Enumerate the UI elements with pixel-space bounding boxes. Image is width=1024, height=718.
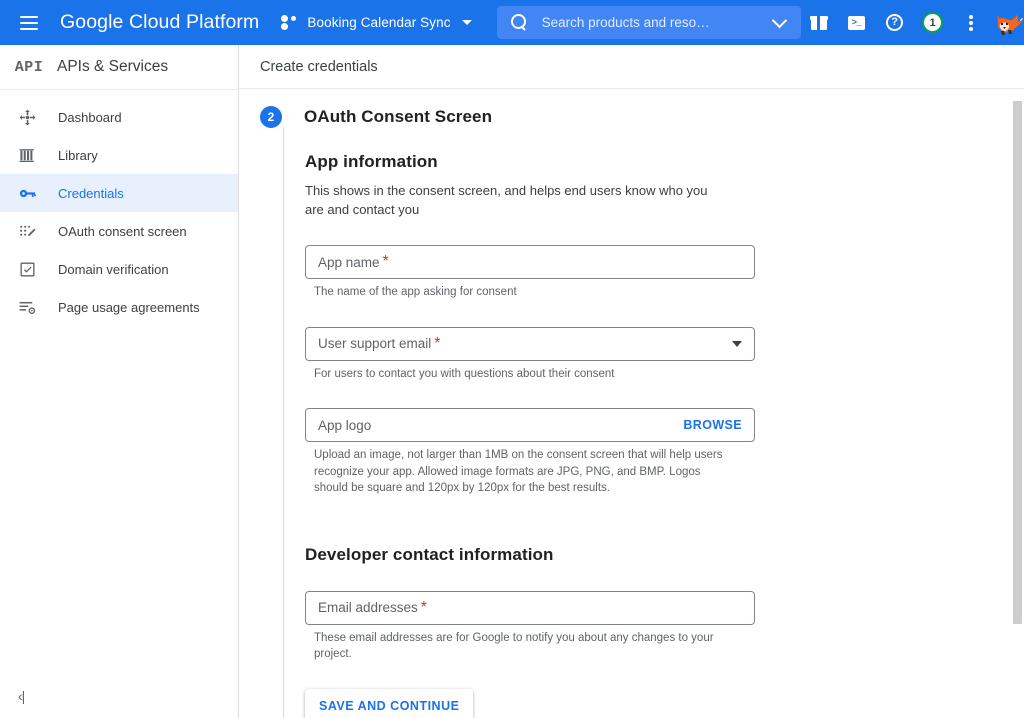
more-options-icon: [969, 15, 973, 31]
sidebar-title: APIs & Services: [57, 58, 168, 76]
consent-screen-icon: [16, 221, 40, 241]
project-selector[interactable]: Booking Calendar Sync: [281, 15, 471, 30]
collapse-sidebar-button[interactable]: ‹|: [0, 673, 238, 718]
app-logo-label: App logo: [318, 418, 371, 433]
email-addresses-field-group: Email addresses * These email addresses …: [305, 591, 755, 663]
email-addresses-label: Email addresses: [318, 600, 418, 615]
caret-down-icon: [462, 20, 472, 25]
app-name-field-group: App name * The name of the app asking fo…: [305, 245, 755, 301]
brand-title[interactable]: Google Cloud Platform: [60, 11, 259, 34]
sidebar-item-domain-verification[interactable]: Domain verification: [0, 250, 238, 288]
sidebar-item-oauth-consent-screen[interactable]: OAuth consent screen: [0, 212, 238, 250]
notifications-badge: 1: [922, 12, 943, 33]
sidebar-item-page-usage-agreements[interactable]: Page usage agreements: [0, 288, 238, 326]
save-and-continue-button[interactable]: SAVE AND CONTINUE: [305, 689, 473, 718]
app-name-input[interactable]: App name *: [305, 245, 755, 279]
developer-contact-title: Developer contact information: [305, 545, 1024, 565]
search-bar[interactable]: Search products and reso…: [497, 6, 801, 39]
step-header: 2 OAuth Consent Screen: [239, 89, 1024, 128]
gift-icon: [811, 15, 827, 30]
help-icon: ?: [886, 14, 903, 31]
required-asterisk: *: [421, 599, 427, 617]
hamburger-line: [20, 28, 38, 30]
sidebar-item-label: Domain verification: [58, 262, 169, 277]
gift-button[interactable]: [801, 5, 837, 41]
required-asterisk: *: [383, 253, 389, 271]
sidebar-item-library[interactable]: Library: [0, 136, 238, 174]
app-name-label: App name: [318, 255, 380, 270]
hamburger-line: [20, 16, 38, 18]
sidebar-item-label: Library: [58, 148, 98, 163]
avatar: [993, 7, 1024, 39]
sidebar-item-label: OAuth consent screen: [58, 224, 187, 239]
chevron-down-icon[interactable]: [771, 13, 787, 29]
dropdown-caret-icon[interactable]: [732, 341, 742, 347]
app-logo-field-group: App logo BROWSE Upload an image, not lar…: [305, 408, 755, 497]
library-icon: [16, 145, 40, 165]
cloud-shell-icon: >_: [848, 16, 865, 30]
sidebar-item-label: Dashboard: [58, 110, 122, 125]
cloud-shell-button[interactable]: >_: [839, 5, 875, 41]
app-information-description: This shows in the consent screen, and he…: [305, 181, 729, 219]
account-button[interactable]: [991, 5, 1024, 41]
sidebar: API APIs & Services Dashboard: [0, 45, 239, 718]
help-button[interactable]: ?: [877, 5, 913, 41]
step-number-badge: 2: [260, 106, 282, 128]
step-title: OAuth Consent Screen: [304, 107, 492, 127]
user-support-email-label: User support email: [318, 336, 431, 351]
app-logo-input[interactable]: App logo BROWSE: [305, 408, 755, 442]
topbar-actions: >_ ? 1: [801, 5, 1024, 41]
required-asterisk: *: [434, 335, 440, 353]
dashboard-icon: [16, 107, 40, 127]
app-name-hint: The name of the app asking for consent: [305, 284, 735, 301]
app-logo-hint: Upload an image, not larger than 1MB on …: [305, 447, 735, 497]
domain-verification-icon: [16, 259, 40, 279]
page-body: API APIs & Services Dashboard: [0, 45, 1024, 718]
user-support-email-field-group: User support email * For users to contac…: [305, 327, 755, 383]
user-support-email-hint: For users to contact you with questions …: [305, 366, 735, 383]
more-options-button[interactable]: [953, 5, 989, 41]
browse-button[interactable]: BROWSE: [683, 418, 742, 432]
vertical-scrollbar[interactable]: [1010, 89, 1024, 718]
key-icon: [16, 183, 40, 203]
content-scroll-area: 2 OAuth Consent Screen App information T…: [239, 89, 1024, 718]
hamburger-line: [20, 22, 38, 24]
app-information-title: App information: [305, 152, 1024, 172]
sidebar-item-dashboard[interactable]: Dashboard: [0, 98, 238, 136]
search-input[interactable]: Search products and reso…: [542, 15, 774, 30]
project-name: Booking Calendar Sync: [307, 15, 450, 30]
page-usage-agreements-icon: [16, 297, 40, 317]
user-support-email-select[interactable]: User support email *: [305, 327, 755, 361]
search-icon: [511, 14, 528, 31]
email-addresses-input[interactable]: Email addresses *: [305, 591, 755, 625]
email-addresses-hint: These email addresses are for Google to …: [305, 630, 735, 663]
sidebar-header: API APIs & Services: [0, 45, 238, 90]
step-connector-line: [283, 128, 284, 718]
project-dots-icon: [281, 15, 298, 30]
notifications-button[interactable]: 1: [915, 5, 951, 41]
collapse-sidebar-icon: ‹|: [18, 688, 24, 704]
scrollbar-thumb[interactable]: [1013, 101, 1022, 624]
sidebar-item-credentials[interactable]: Credentials: [0, 174, 238, 212]
page-title: Create credentials: [239, 45, 1024, 89]
sidebar-item-label: Credentials: [58, 186, 124, 201]
top-app-bar: Google Cloud Platform Booking Calendar S…: [0, 0, 1024, 45]
api-logo-icon: API: [12, 59, 46, 76]
sidebar-nav-list: Dashboard Library: [0, 90, 238, 326]
hamburger-menu-icon[interactable]: [12, 6, 46, 40]
main-content: Create credentials 2 OAuth Consent Scree…: [239, 45, 1024, 718]
sidebar-item-label: Page usage agreements: [58, 300, 200, 315]
step-body: App information This shows in the consen…: [239, 128, 1024, 718]
